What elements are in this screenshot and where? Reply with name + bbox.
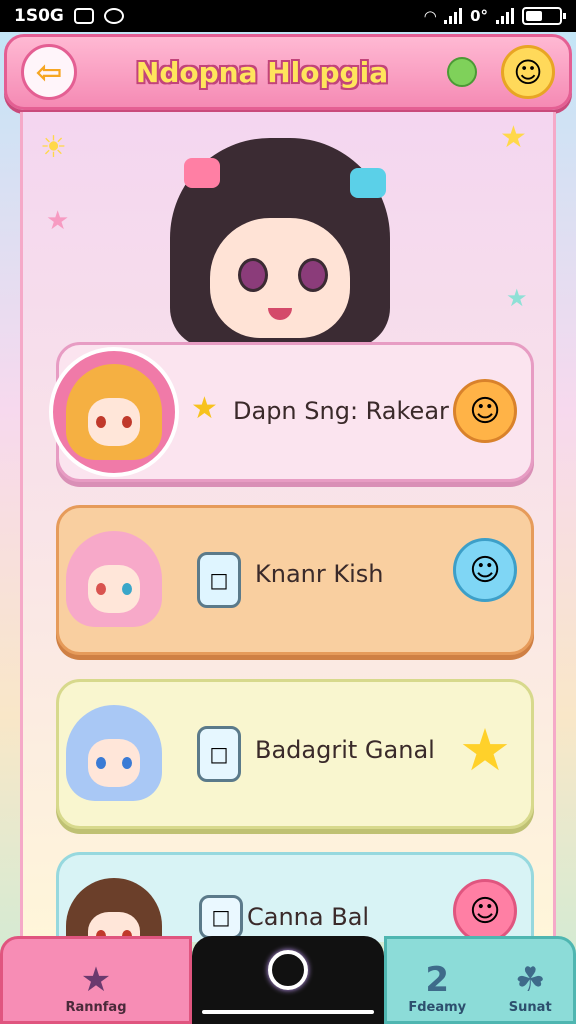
list-item-label: Dapn Sng: Rakear [233, 397, 449, 425]
nav-label: Rannfag [65, 1000, 127, 1015]
hero-eye [298, 258, 328, 292]
list-item[interactable]: □ Canna Bal ☺ [56, 852, 534, 974]
home-button[interactable] [192, 936, 384, 1024]
lollipop-face-icon[interactable]: ☺ [453, 538, 517, 602]
green-apple-icon [447, 57, 477, 87]
list-item-label: Badagrit Ganal [255, 736, 435, 764]
pink-smiley-icon[interactable]: ☺ [453, 879, 517, 943]
avatar-eyes [96, 757, 132, 769]
wifi-icon: ◠ [424, 7, 437, 25]
avatar-hair [66, 364, 162, 460]
camera-icon [103, 8, 124, 24]
bottle-icon: □ [199, 895, 243, 939]
notification-icon [73, 8, 94, 24]
star-icon: ★ [46, 206, 70, 236]
bottom-nav: ★ Rannfag 2 Fdeamy ☘ Sunat [0, 936, 576, 1024]
list-item[interactable]: □ Knanr Kish ☺ [56, 505, 534, 655]
star-icon: ★ [506, 284, 528, 312]
hero-character [150, 128, 410, 358]
avatar-hair [66, 705, 162, 801]
back-button[interactable]: ⇦ [21, 44, 77, 100]
hero-eye [238, 258, 268, 292]
list-item-label: Canna Bal [247, 903, 370, 931]
smiley-face-icon: ☺ [513, 55, 543, 89]
back-arrow-icon: ⇦ [35, 53, 63, 91]
status-bar: 1S0G ◠ 0° [0, 0, 576, 32]
profile-button[interactable]: ☺ [501, 45, 555, 99]
nav-label: Fdeamy [408, 1000, 467, 1015]
list-item[interactable]: □ Badagrit Ganal ★ [56, 679, 534, 829]
list-item-label: Knanr Kish [255, 560, 384, 588]
bow-icon: ★ [80, 960, 112, 1000]
bow-icon [350, 168, 386, 198]
signal-icon [444, 8, 463, 24]
battery-icon [522, 7, 566, 25]
avatar [49, 688, 179, 818]
status-time: 1S0G [14, 6, 64, 26]
nav-item-sunat[interactable]: ☘ Sunat [509, 960, 552, 1015]
page-title: Ndopna Hlopgia [135, 55, 389, 89]
avatar [49, 514, 179, 644]
star-icon: ★ [500, 120, 527, 155]
avatar-eyes [96, 583, 132, 595]
home-circle-icon [268, 950, 308, 990]
bottle-icon: □ [197, 552, 241, 608]
app-header: ⇦ Ndopna Hlopgia ☺ [4, 34, 572, 110]
smiley-cookie-icon[interactable]: ☺ [453, 379, 517, 443]
nav-label: Sunat [508, 1000, 552, 1015]
bow-icon [184, 158, 220, 188]
signal-icon-2 [496, 8, 514, 24]
star-icon: ★ [191, 391, 218, 426]
list-item[interactable]: ★ Dapn Sng: Rakear ☺ [49, 342, 534, 482]
avatar [49, 347, 179, 477]
hero-face [210, 218, 350, 338]
leaf-icon: ☘ [514, 960, 546, 1000]
bottle-icon: □ [197, 726, 241, 782]
nav-item-fdeamy[interactable]: 2 Fdeamy [408, 960, 466, 1015]
home-indicator [202, 1010, 374, 1014]
network-label: 0° [470, 7, 488, 25]
avatar-hair [66, 531, 162, 627]
nav-item-rannfag[interactable]: ★ Rannfag [0, 936, 192, 1024]
star-icon[interactable]: ★ [453, 716, 517, 784]
avatar-eyes [96, 416, 132, 428]
nav-right-group: 2 Fdeamy ☘ Sunat [384, 936, 576, 1024]
number-two-icon: 2 [425, 960, 450, 1000]
sun-icon: ☀ [40, 130, 67, 165]
